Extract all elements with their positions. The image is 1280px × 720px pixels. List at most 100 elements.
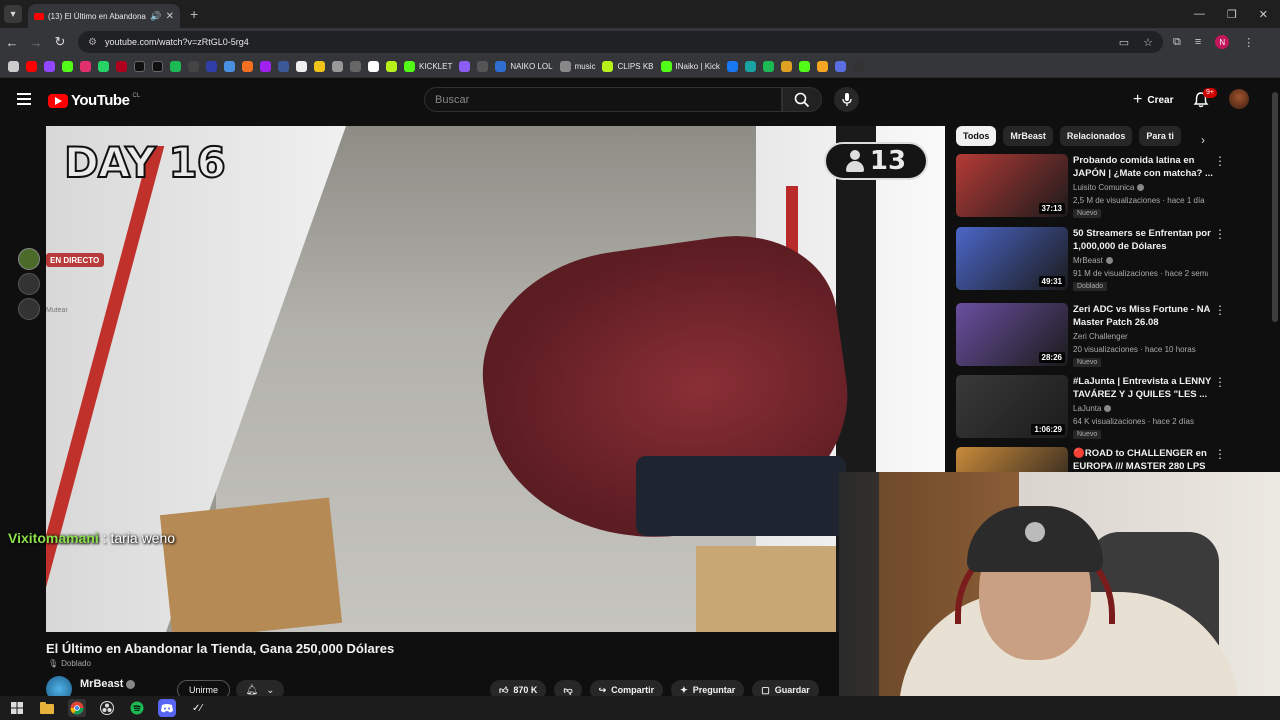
recommendation-item[interactable]: 37:13 Probando comida latina en JAPÓN | ¿… (956, 154, 1256, 222)
minimize-icon[interactable]: — (1194, 8, 1205, 21)
bookmark-icon[interactable] (296, 61, 307, 72)
recommendation-title[interactable]: Probando comida latina en JAPÓN | ¿Mate … (1073, 154, 1213, 180)
bookmark-icon[interactable] (368, 61, 379, 72)
x-bookmark-icon[interactable] (134, 61, 145, 72)
chip-para-ti[interactable]: Para ti (1139, 126, 1181, 146)
chevron-right-icon[interactable]: › (1201, 133, 1205, 147)
bookmark-icon[interactable] (816, 61, 828, 72)
tiktok-bookmark-icon[interactable] (152, 61, 163, 72)
bookmark-music[interactable]: music (559, 61, 595, 72)
recommendation-title[interactable]: #LaJunta | Entrevista a LENNY TAVÁREZ Y … (1073, 375, 1213, 401)
site-info-icon[interactable]: ⚙ (88, 37, 97, 48)
menu-icon[interactable] (17, 93, 31, 105)
discord-icon[interactable] (158, 699, 176, 717)
bookmark-icon[interactable] (852, 61, 864, 72)
youtube-bookmark-icon[interactable] (26, 61, 37, 72)
close-tab-icon[interactable]: ✕ (166, 11, 174, 22)
bookmark-icon[interactable] (260, 61, 271, 72)
chrome-icon[interactable] (68, 699, 86, 717)
more-actions-icon[interactable]: ⋮ (1214, 448, 1226, 460)
bookmark-naiko-lol[interactable]: NAIKO LOL (495, 61, 553, 72)
windows-start-icon[interactable] (8, 699, 26, 717)
streamer-avatar[interactable] (18, 298, 40, 320)
media-control-icon[interactable]: ≡ (1195, 36, 1201, 48)
bookmark-star-icon[interactable]: ☆ (1143, 36, 1153, 49)
streamer-avatar[interactable] (18, 248, 40, 270)
bookmark-icon[interactable] (224, 61, 235, 72)
bookmark-inaiko-kick[interactable]: INaiko | Kick (660, 61, 720, 72)
recommendation-item[interactable]: 49:31 50 Streamers se Enfrentan por 1,000… (956, 227, 1256, 295)
new-tab-button[interactable]: + (190, 6, 198, 22)
search-input[interactable]: Buscar (424, 87, 782, 112)
bookmark-icon[interactable] (744, 61, 756, 72)
whatsapp-bookmark-icon[interactable] (98, 61, 109, 72)
video-thumbnail[interactable]: 37:13 (956, 154, 1068, 217)
facebook-bookmark-icon[interactable] (726, 61, 738, 72)
voice-search-button[interactable] (834, 87, 859, 112)
bookmark-icon[interactable] (780, 61, 792, 72)
bookmark-icon[interactable] (242, 61, 253, 72)
video-thumbnail[interactable]: 28:26 (956, 303, 1068, 366)
account-avatar[interactable] (1229, 89, 1249, 109)
page-scrollbar[interactable] (1272, 92, 1278, 322)
bookmark-icon[interactable] (188, 61, 199, 72)
create-button[interactable]: + Crear (1125, 89, 1181, 111)
more-actions-icon[interactable]: ⋮ (1214, 304, 1226, 316)
spotify-bookmark-icon[interactable] (170, 61, 181, 72)
bookmark-icon[interactable] (116, 61, 127, 72)
bookmark-icon[interactable] (459, 61, 471, 72)
obs-icon[interactable] (98, 699, 116, 717)
app-icon[interactable]: ✓⁄ (188, 699, 206, 717)
apps-icon[interactable] (8, 61, 19, 72)
kick-bookmark-icon[interactable] (62, 61, 73, 72)
more-actions-icon[interactable]: ⋮ (1214, 376, 1226, 388)
profile-avatar[interactable]: N (1215, 35, 1230, 49)
bookmark-icon[interactable] (332, 61, 343, 72)
chip-mrbeast[interactable]: MrBeast (1003, 126, 1053, 146)
more-actions-icon[interactable]: ⋮ (1214, 155, 1226, 167)
video-player[interactable]: DAY 16 13 (46, 126, 945, 632)
file-explorer-icon[interactable] (38, 699, 56, 717)
search-button[interactable] (782, 87, 822, 112)
browser-tab-active[interactable]: (13) El Último en Abandonar la Tienda, G… (28, 4, 180, 28)
recommendation-title[interactable]: 🔴ROAD to CHALLENGER en EUROPA /// MASTER… (1073, 447, 1213, 473)
bookmark-icon[interactable] (206, 61, 217, 72)
reload-icon[interactable]: ↻ (48, 34, 72, 50)
bookmark-clips-kb[interactable]: CLIPS KB (602, 61, 654, 72)
video-thumbnail[interactable]: 49:31 (956, 227, 1068, 290)
chip-todos[interactable]: Todos (956, 126, 997, 146)
restore-icon[interactable]: ❐ (1227, 8, 1237, 21)
spotify-icon[interactable] (128, 699, 146, 717)
recommendation-item[interactable]: 28:26 Zeri ADC vs Miss Fortune - NA Maste… (956, 303, 1256, 371)
youtube-logo[interactable]: YouTube CL (48, 92, 140, 109)
cast-icon[interactable]: ▭ (1119, 36, 1129, 49)
bookmark-icon[interactable] (834, 61, 846, 72)
tab-search-button[interactable]: ▾ (4, 5, 22, 23)
forward-icon[interactable]: → (24, 35, 48, 50)
chip-relacionados[interactable]: Relacionados (1059, 126, 1133, 146)
recommendation-title[interactable]: 50 Streamers se Enfrentan por 1,000,000 … (1073, 227, 1213, 253)
recommendation-title[interactable]: Zeri ADC vs Miss Fortune - NA Master Pat… (1073, 303, 1213, 329)
bookmark-icon[interactable] (762, 61, 774, 72)
chrome-menu-icon[interactable]: ⋮ (1243, 36, 1254, 49)
bookmark-icon[interactable] (278, 61, 289, 72)
recommendation-channel[interactable]: Luisito Comunica (1073, 183, 1145, 192)
more-actions-icon[interactable]: ⋮ (1214, 228, 1226, 240)
bookmark-icon[interactable] (350, 61, 361, 72)
recommendation-channel[interactable]: MrBeast (1073, 256, 1113, 265)
bookmark-icon[interactable] (314, 61, 325, 72)
recommendation-channel[interactable]: LaJunta (1073, 404, 1112, 413)
audio-icon[interactable]: 🔊 (150, 11, 161, 22)
bookmark-icon[interactable] (798, 61, 810, 72)
extensions-icon[interactable]: ⧉ (1173, 36, 1181, 49)
bookmark-icon[interactable] (386, 61, 397, 72)
twitch-bookmark-icon[interactable] (44, 61, 55, 72)
back-icon[interactable]: ← (0, 35, 24, 50)
omnibox[interactable]: ⚙ youtube.com/watch?v=zRtGL0-5rg4 ▭ ☆ (78, 31, 1163, 53)
streamer-avatar[interactable] (18, 273, 40, 295)
close-window-icon[interactable]: ✕ (1259, 8, 1268, 21)
recommendation-channel[interactable]: Zeri Challenger (1073, 332, 1128, 341)
recommendation-item[interactable]: 1:06:29 #LaJunta | Entrevista a LENNY TAV… (956, 375, 1256, 443)
bookmark-icon[interactable] (477, 61, 489, 72)
video-thumbnail[interactable]: 1:06:29 (956, 375, 1068, 438)
